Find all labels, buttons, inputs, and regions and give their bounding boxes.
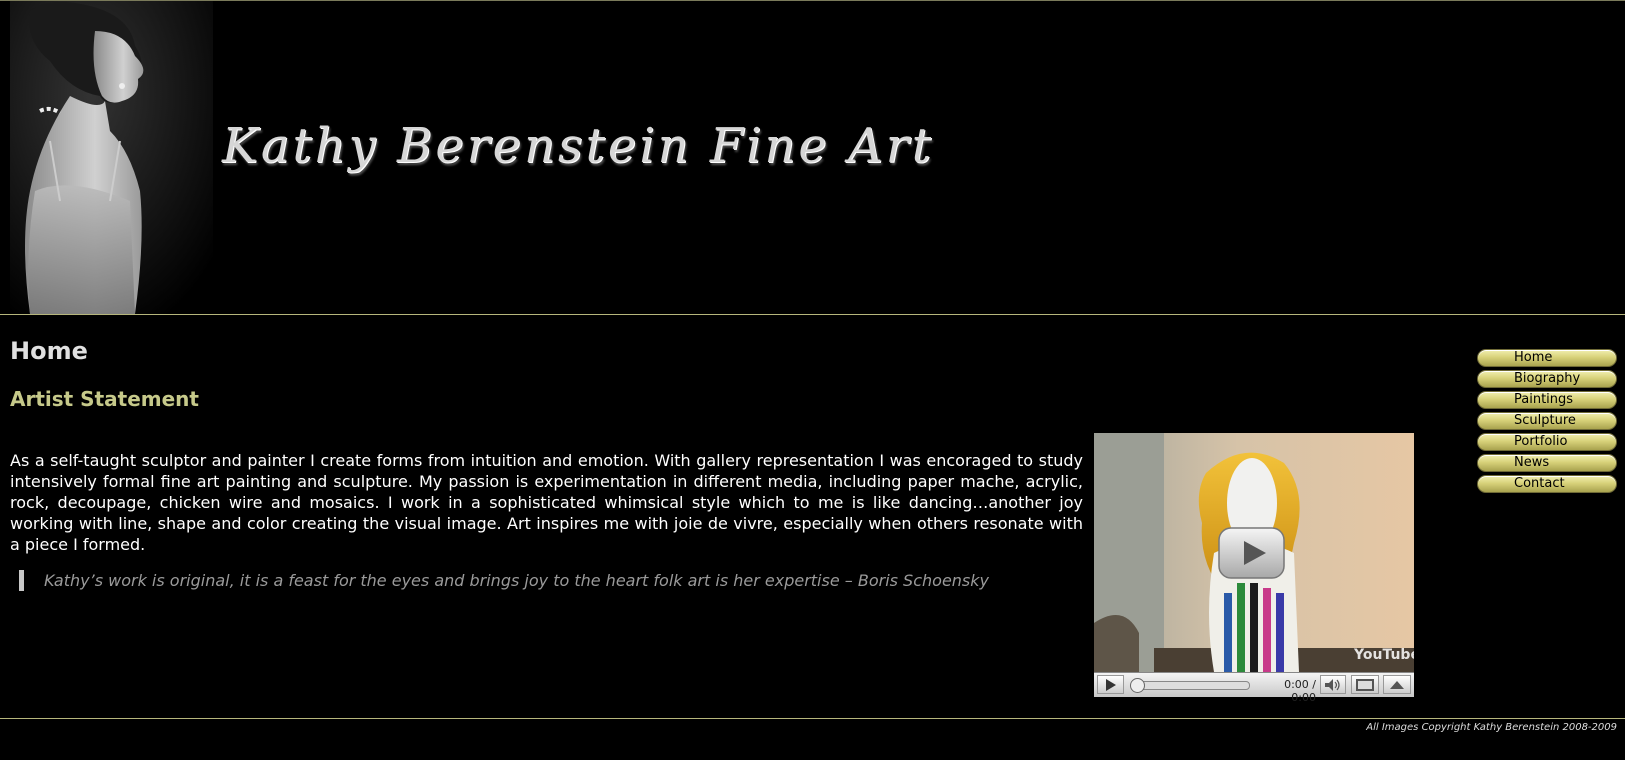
testimonial-quote: Kathy’s work is original, it is a feast … bbox=[19, 570, 1094, 591]
video-thumbnail[interactable]: YouTube bbox=[1094, 433, 1414, 672]
video-controls: 0:00 / 0:00 bbox=[1094, 672, 1414, 704]
header-divider bbox=[0, 314, 1625, 315]
footer-divider bbox=[0, 718, 1625, 719]
main-navigation: Home Biography Paintings Sculpture Portfolio… bbox=[1477, 349, 1617, 496]
page-title: Home bbox=[10, 337, 88, 365]
screen-icon bbox=[1356, 678, 1374, 691]
site-title: Kathy Berenstein Fine Art bbox=[222, 118, 934, 174]
nav-item-sculpture[interactable]: Sculpture bbox=[1477, 412, 1617, 430]
menu-expand-button[interactable] bbox=[1383, 675, 1411, 694]
nav-item-paintings[interactable]: Paintings bbox=[1477, 391, 1617, 409]
nav-item-portfolio[interactable]: Portfolio bbox=[1477, 433, 1617, 451]
progress-handle[interactable] bbox=[1130, 678, 1145, 693]
site-header: Kathy Berenstein Fine Art bbox=[0, 1, 1625, 314]
volume-button[interactable] bbox=[1320, 675, 1346, 694]
speaker-icon bbox=[1325, 678, 1340, 691]
video-player[interactable]: YouTube 0:00 / 0:00 bbox=[1094, 433, 1414, 704]
play-button[interactable] bbox=[1097, 675, 1124, 694]
artist-statement: As a self-taught sculptor and painter I … bbox=[10, 451, 1083, 554]
nav-item-biography[interactable]: Biography bbox=[1477, 370, 1617, 388]
section-title: Artist Statement bbox=[10, 387, 199, 411]
artist-portrait bbox=[10, 1, 213, 314]
nav-item-contact[interactable]: Contact bbox=[1477, 475, 1617, 493]
video-timecode: 0:00 / 0:00 bbox=[1284, 678, 1316, 704]
chevron-up-icon bbox=[1390, 681, 1404, 689]
play-icon bbox=[1105, 678, 1116, 691]
nav-item-news[interactable]: News bbox=[1477, 454, 1617, 472]
copyright-notice: All Images Copyright Kathy Berenstein 20… bbox=[1366, 722, 1617, 733]
window-size-button[interactable] bbox=[1351, 675, 1379, 694]
nav-item-home[interactable]: Home bbox=[1477, 349, 1617, 367]
progress-bar[interactable] bbox=[1130, 678, 1250, 693]
youtube-logo: YouTube bbox=[1354, 647, 1414, 663]
